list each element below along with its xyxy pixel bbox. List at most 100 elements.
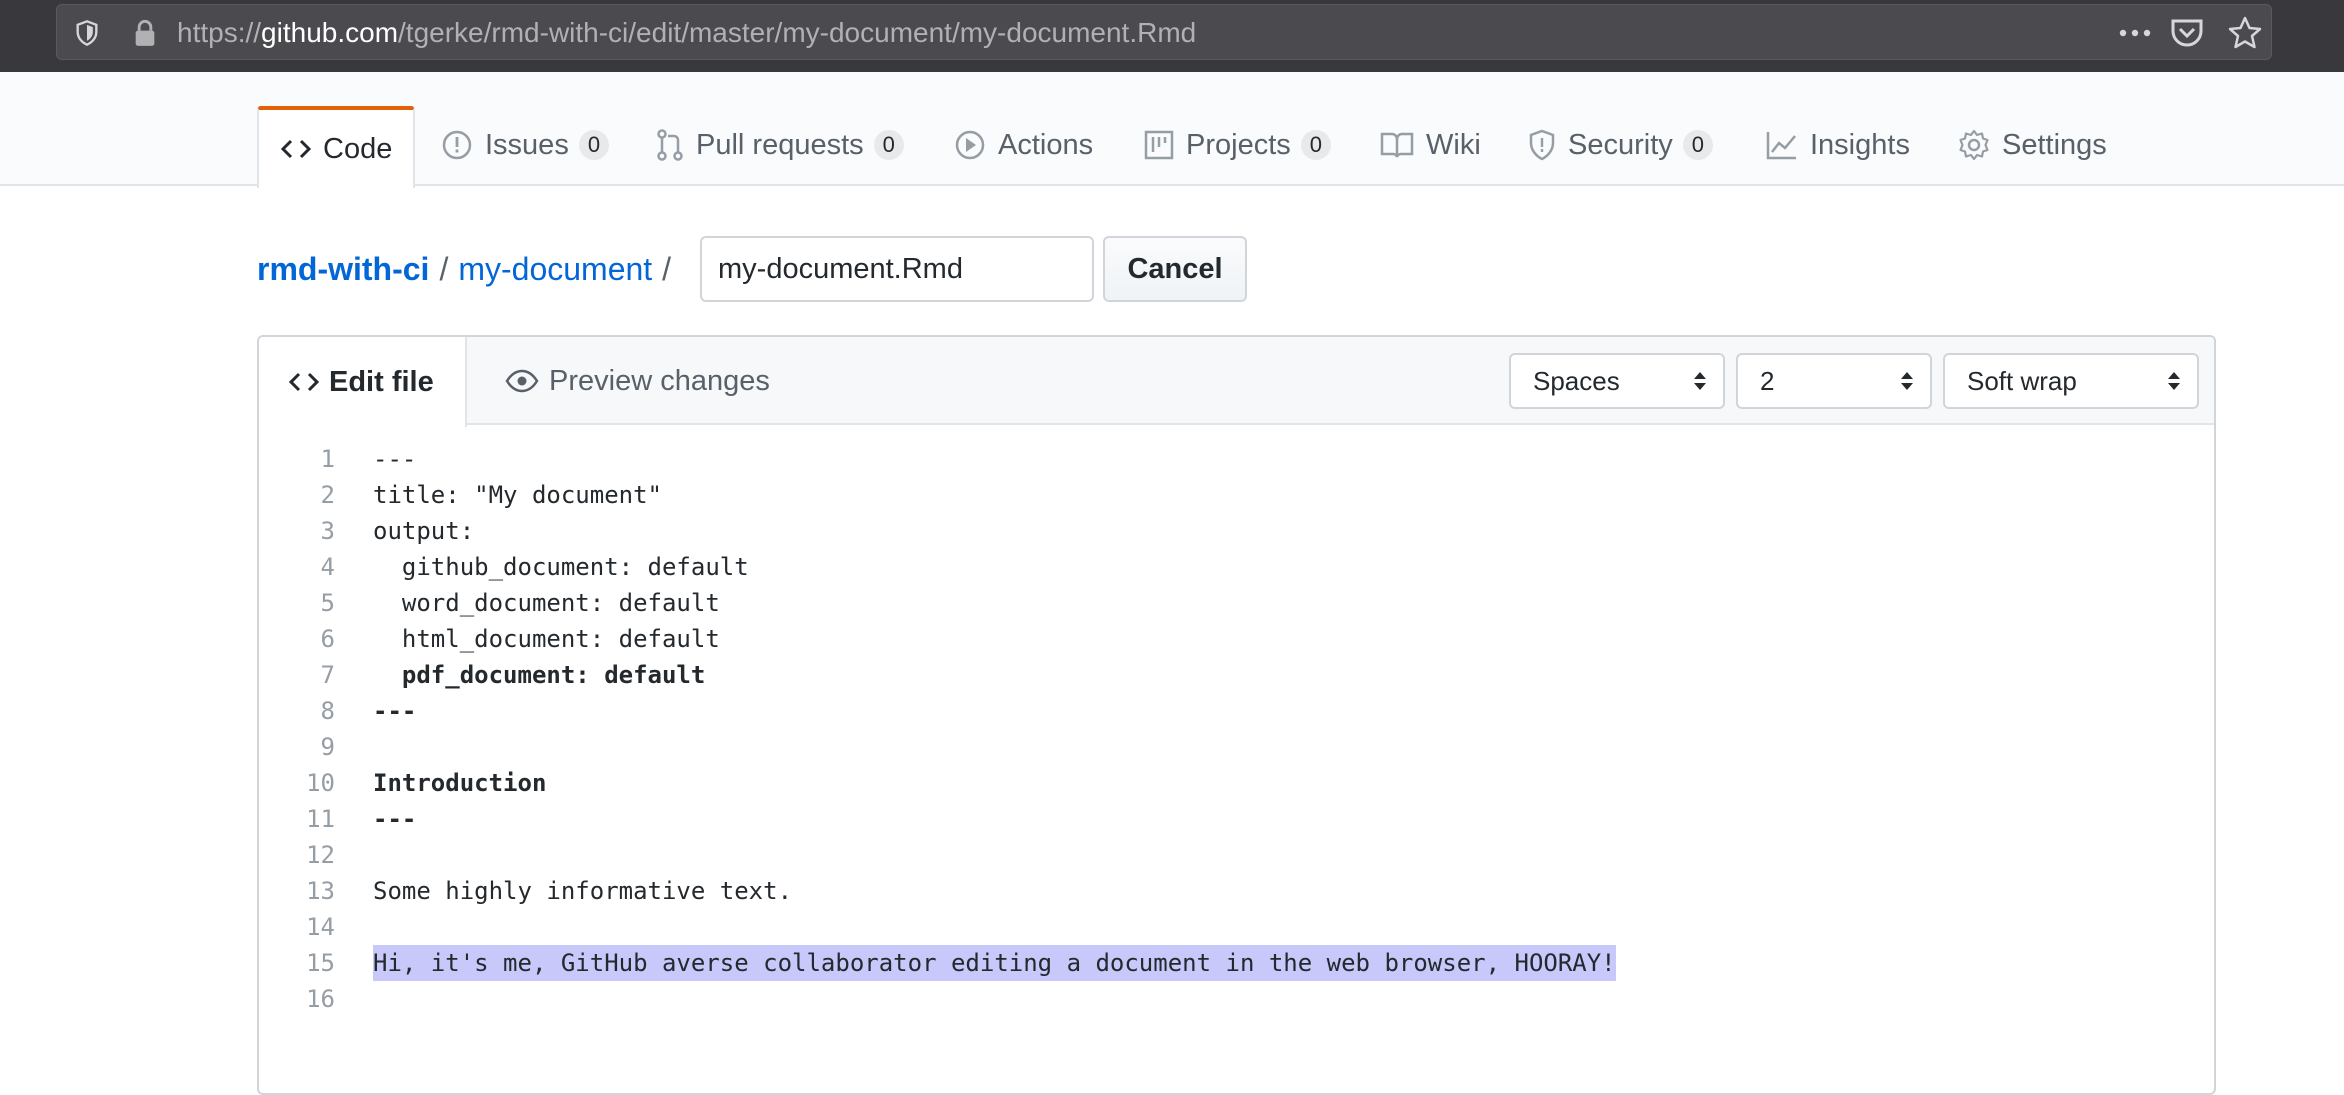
url-text[interactable]: https://github.com/tgerke/rmd-with-ci/ed… [177,19,1196,47]
line-number: 5 [320,589,335,617]
projects-count: 0 [1300,130,1332,160]
cancel-button[interactable]: Cancel [1103,236,1247,302]
line-text[interactable]: --- [373,693,416,729]
star-icon[interactable] [2227,15,2263,51]
tab-label: Projects [1186,128,1291,161]
wrap-mode-value: Soft wrap [1967,365,2077,396]
code-line[interactable]: 3 output: [259,513,2214,549]
issue-icon [442,130,472,160]
code-line[interactable]: 4 github_document: default [259,549,2214,585]
tab-projects[interactable]: Projects 0 [1144,104,1332,186]
tab-label: Edit file [329,365,434,398]
indent-mode-select[interactable]: Spaces [1509,353,1725,409]
indent-size-select[interactable]: 2 [1736,353,1932,409]
code-line[interactable]: 11 --- [259,801,2214,837]
breadcrumb-repo-link[interactable]: rmd-with-ci [257,251,429,288]
line-text[interactable]: --- [373,441,416,477]
line-text[interactable]: github_document: default [373,549,749,585]
code-line[interactable]: 8 --- [259,693,2214,729]
pocket-icon[interactable] [2169,17,2205,49]
shield-icon [1529,129,1555,161]
line-number: 16 [306,985,335,1013]
code-line[interactable]: 9 [259,729,2214,765]
tab-label: Settings [2002,128,2107,161]
breadcrumb: rmd-with-ci / my-document / [257,236,681,302]
tab-preview-changes[interactable]: Preview changes [505,337,770,425]
tab-settings[interactable]: Settings [1958,104,2107,186]
line-text[interactable]: word_document: default [373,585,720,621]
tab-security[interactable]: Security 0 [1528,104,1714,186]
line-number: 15 [306,949,335,977]
pull-request-icon [657,129,683,161]
tab-issues[interactable]: Issues 0 [441,104,610,186]
tab-pull-requests[interactable]: Pull requests 0 [656,104,904,186]
selected-line-text[interactable]: Hi, it's me, GitHub averse collaborator … [373,945,1616,981]
tab-label: Issues [485,128,569,161]
gear-icon [1959,129,1989,161]
line-text[interactable]: html_document: default [373,621,720,657]
line-number: 13 [306,877,335,905]
line-number: 3 [320,517,335,545]
line-number: 8 [320,697,335,725]
shield-icon[interactable] [73,19,101,47]
code-line[interactable]: 14 [259,909,2214,945]
tab-code[interactable]: Code [257,106,415,188]
select-arrows-icon [1694,372,1706,390]
line-number: 14 [306,913,335,941]
line-text[interactable]: Introduction [373,765,546,801]
eye-icon [505,369,539,393]
pull-requests-count: 0 [873,130,904,160]
line-number: 11 [306,805,335,833]
repo-navigation: Code Issues 0 Pull requests 0 Actions Pr… [0,72,2344,188]
url-bar[interactable]: https://github.com/tgerke/rmd-with-ci/ed… [56,4,2272,60]
code-line[interactable]: 12 [259,837,2214,873]
breadcrumb-separator: / [439,250,449,287]
breadcrumb-folder-link[interactable]: my-document [458,251,652,288]
indent-size-value: 2 [1760,365,1775,396]
line-number: 10 [306,769,335,797]
filename-input[interactable] [700,236,1094,302]
wrap-mode-select[interactable]: Soft wrap [1943,353,2199,409]
tab-actions[interactable]: Actions [954,104,1093,186]
code-line[interactable]: 10 Introduction [259,765,2214,801]
tab-label: Insights [1810,128,1910,161]
book-icon [1380,132,1414,158]
line-number: 2 [320,481,335,509]
code-icon [281,139,311,159]
code-line[interactable]: 5 word_document: default [259,585,2214,621]
code-line[interactable]: 15 Hi, it's me, GitHub averse collaborato… [259,945,2214,981]
line-text[interactable]: Some highly informative text. [373,873,792,909]
more-icon[interactable] [2115,17,2155,49]
code-area[interactable]: 1 --- 2 title: "My document" 3 output: 4 githu… [259,441,2214,1017]
code-line[interactable]: 1 --- [259,441,2214,477]
code-line[interactable]: 6 html_document: default [259,621,2214,657]
breadcrumb-separator: / [662,250,672,287]
tab-label: Code [323,132,393,165]
lock-icon[interactable] [133,19,157,47]
line-number: 4 [320,553,335,581]
play-icon [955,130,985,160]
line-text[interactable]: --- [373,801,416,837]
code-line[interactable]: 16 [259,981,2214,1017]
tab-label: Actions [998,128,1094,161]
project-icon [1144,130,1174,160]
line-text[interactable]: output: [373,513,474,549]
line-number: 12 [306,841,335,869]
tab-wiki[interactable]: Wiki [1380,104,1481,186]
code-line[interactable]: 2 title: "My document" [259,477,2214,513]
line-text[interactable]: title: "My document" [373,477,662,513]
graph-icon [1766,132,1796,160]
code-line[interactable]: 7 pdf_document: default [259,657,2214,693]
line-number: 7 [320,661,335,689]
security-count: 0 [1682,130,1714,160]
tab-edit-file[interactable]: Edit file [259,337,467,427]
issues-count: 0 [578,130,610,160]
tab-label: Security [1568,128,1673,161]
code-icon [289,372,319,392]
indent-mode-value: Spaces [1533,365,1620,396]
line-text[interactable]: pdf_document: default [373,657,705,693]
select-arrows-icon [2168,372,2180,390]
tab-insights[interactable]: Insights [1766,104,1910,186]
code-line[interactable]: 13 Some highly informative text. [259,873,2214,909]
line-number: 6 [320,625,335,653]
